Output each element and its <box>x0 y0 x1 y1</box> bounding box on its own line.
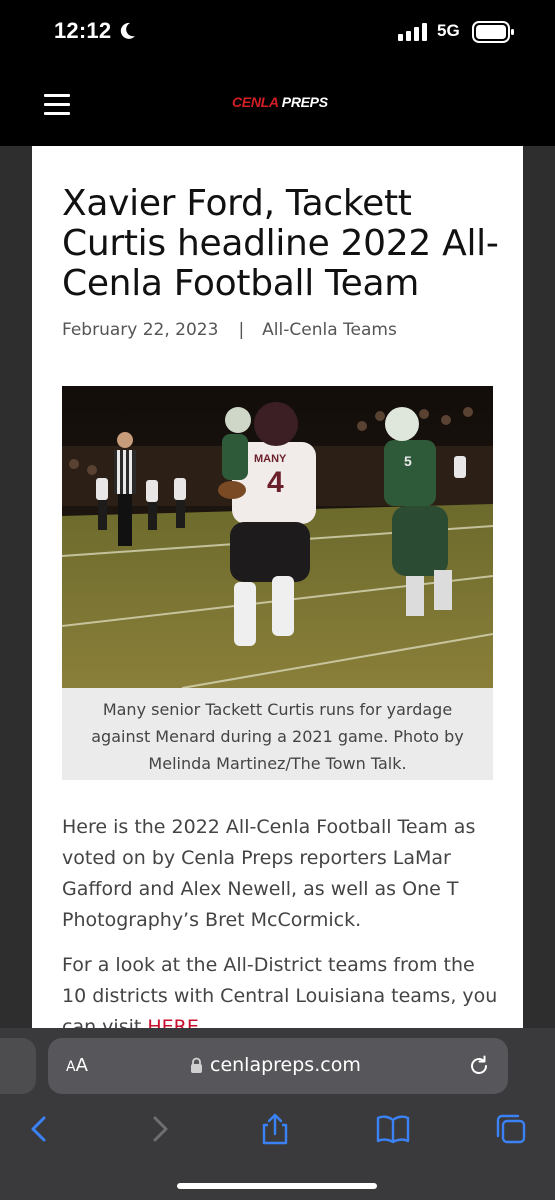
network-label: 5G <box>437 21 460 40</box>
reload-icon[interactable] <box>467 1054 491 1078</box>
battery-icon <box>472 21 514 43</box>
article-paragraph-2: For a look at the All-District teams fro… <box>62 950 502 1028</box>
site-logo[interactable]: CENLA PREPS <box>232 94 328 110</box>
paragraph-2-text: For a look at the All-District teams fro… <box>62 954 498 1028</box>
logo-part-2: PREPS <box>281 94 328 110</box>
logo-part-1: CENLA <box>232 94 279 110</box>
status-bar: 12:12 5G <box>0 0 555 66</box>
article-meta: February 22, 2023 | All-Cenla Teams <box>62 320 397 340</box>
share-icon[interactable] <box>257 1112 293 1146</box>
bookmarks-icon[interactable] <box>375 1112 411 1146</box>
home-indicator <box>177 1183 377 1189</box>
districts-link[interactable]: HERE <box>147 1016 199 1028</box>
article-date: February 22, 2023 <box>62 320 219 340</box>
browser-toolbar: AA cenlapreps.com <box>0 1028 555 1200</box>
paragraph-2-end: . <box>198 1016 205 1028</box>
hamburger-menu-icon[interactable] <box>44 94 70 116</box>
forward-icon[interactable] <box>142 1112 178 1146</box>
previous-tab-peek[interactable] <box>0 1038 36 1094</box>
article-paragraph-1: Here is the 2022 All-Cenla Football Team… <box>62 816 476 931</box>
moon-icon <box>120 22 135 39</box>
svg-text:5: 5 <box>404 453 412 469</box>
photo-caption: Many senior Tackett Curtis runs for yard… <box>62 688 493 780</box>
svg-text:4: 4 <box>267 466 284 499</box>
tabs-icon[interactable] <box>493 1112 529 1146</box>
football-photo: 5 4 MANY <box>62 386 493 688</box>
svg-text:MANY: MANY <box>254 453 287 465</box>
address-bar[interactable]: AA cenlapreps.com <box>48 1038 508 1094</box>
text-size-button[interactable]: AA <box>66 1055 88 1076</box>
lock-icon <box>191 1057 202 1073</box>
meta-separator: | <box>238 320 245 340</box>
text-size-small-a: A <box>66 1059 76 1075</box>
url-text[interactable]: cenlapreps.com <box>210 1054 361 1076</box>
site-header: CENLA PREPS <box>0 66 555 146</box>
signal-icon <box>398 23 427 41</box>
article-title: Xavier Ford, Tackett Curtis headline 202… <box>62 183 499 304</box>
status-time: 12:12 <box>54 18 112 43</box>
page-background: Xavier Ford, Tackett Curtis headline 202… <box>0 146 555 1028</box>
article-category-link[interactable]: All-Cenla Teams <box>262 320 397 340</box>
article-card: Xavier Ford, Tackett Curtis headline 202… <box>32 146 523 1028</box>
back-icon[interactable] <box>24 1112 60 1146</box>
article-figure: 5 4 MANY Many senior Tackett Curtis runs… <box>62 386 493 780</box>
text-size-large-a: A <box>75 1055 88 1076</box>
